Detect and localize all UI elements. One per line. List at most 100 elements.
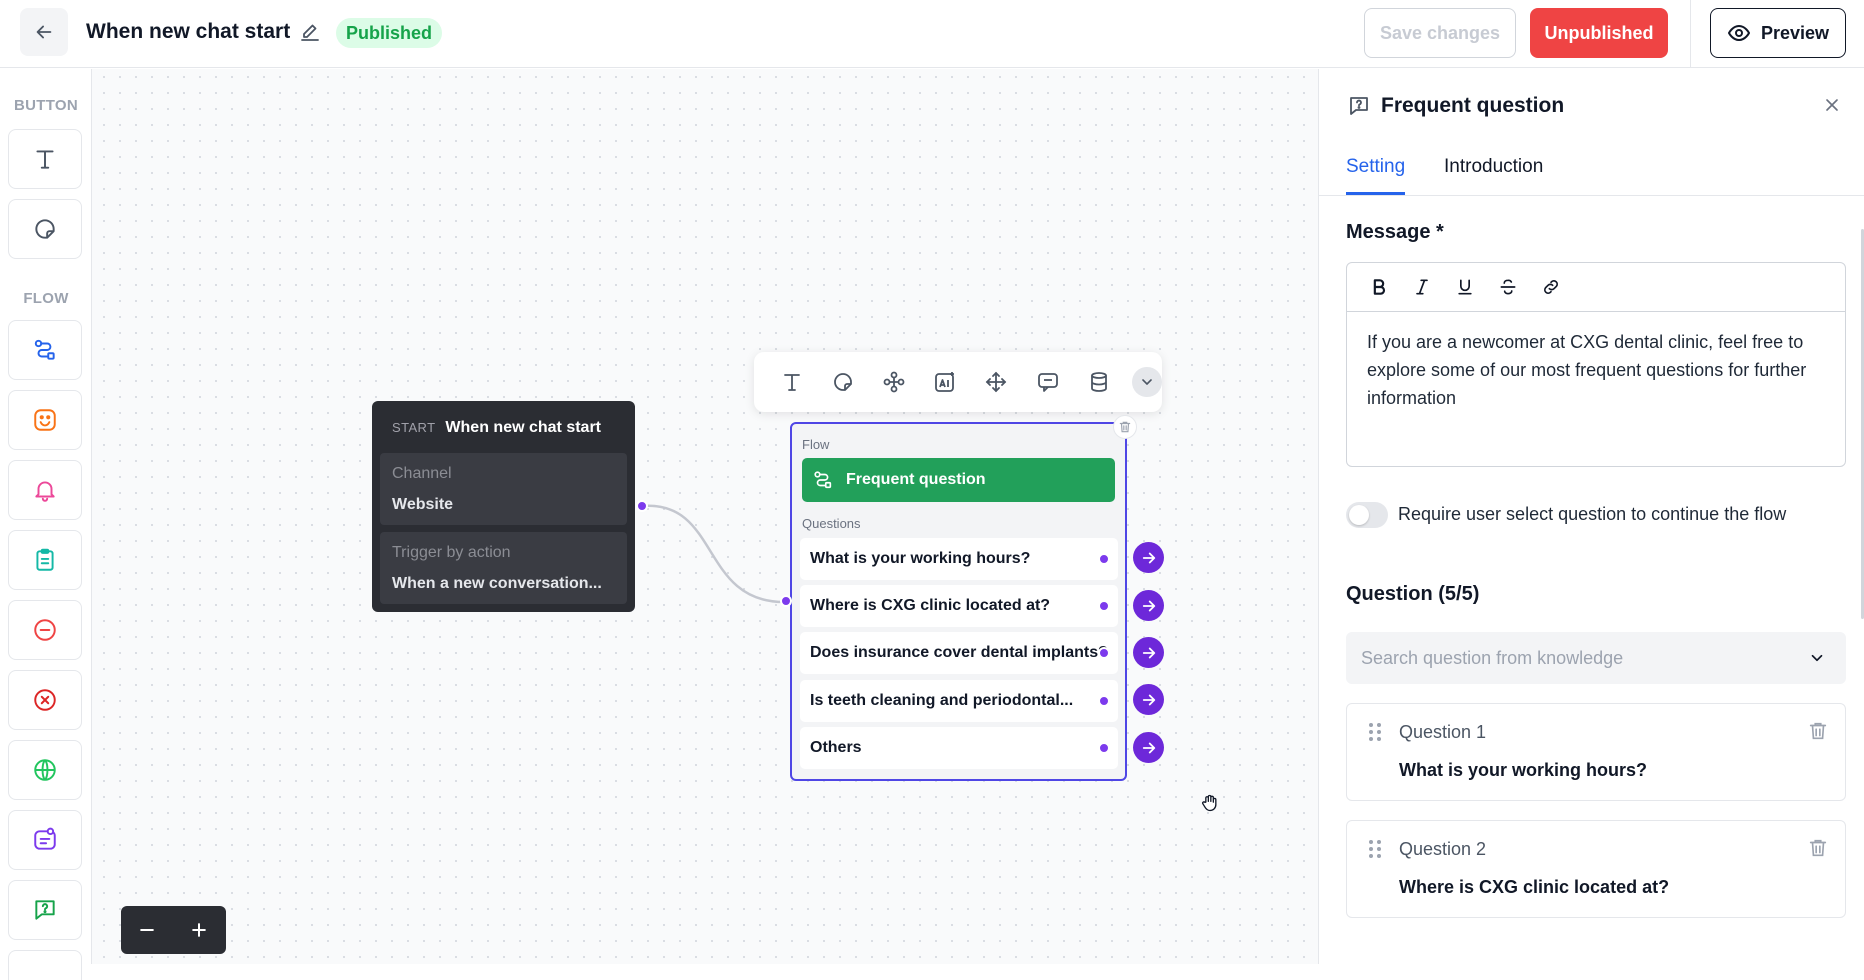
drag-dots-icon <box>1369 723 1381 741</box>
tool-sticker[interactable] <box>8 199 82 259</box>
tool-frequent-question[interactable] <box>8 880 82 940</box>
zoom-controls <box>121 906 226 954</box>
properties-panel: Frequent question Setting Introduction M… <box>1318 69 1864 964</box>
text-icon <box>783 374 800 391</box>
bold-button[interactable] <box>1357 267 1400 307</box>
question-card-value: What is your working hours? <box>1399 760 1648 780</box>
node-toolbar-sticker[interactable] <box>817 352 868 412</box>
delete-node-button[interactable] <box>1113 415 1137 439</box>
node-toolbar-hierarchy[interactable] <box>868 352 919 412</box>
connect-arrow-button[interactable] <box>1133 732 1164 763</box>
underline-icon <box>1457 279 1472 295</box>
start-node-title: When new chat start <box>445 419 601 436</box>
connect-arrow-button[interactable] <box>1133 542 1164 573</box>
require-select-label: Require user select question to continue… <box>1398 504 1787 524</box>
delete-question-button[interactable] <box>1807 837 1829 859</box>
channel-card: Channel Website <box>380 453 627 525</box>
question-output-handle[interactable] <box>1098 742 1110 754</box>
question-item[interactable]: Is teeth cleaning and periodontal... <box>800 680 1118 722</box>
divider <box>1690 0 1691 68</box>
close-circle-icon <box>34 689 56 711</box>
tool-more[interactable] <box>8 950 82 980</box>
node-toolbar-ai[interactable] <box>920 352 971 412</box>
question-output-handle[interactable] <box>1098 647 1110 659</box>
message-textarea[interactable]: If you are a newcomer at CXG dental clin… <box>1347 312 1845 428</box>
trash-icon <box>1809 839 1827 857</box>
underline-button[interactable] <box>1443 267 1486 307</box>
ai-icon <box>935 372 955 392</box>
node-toolbox: BUTTON FLOW <box>0 69 92 980</box>
pan-cursor <box>1200 793 1220 813</box>
unpublish-button[interactable]: Unpublished <box>1530 8 1668 58</box>
node-toolbar-more-button[interactable] <box>1132 367 1162 397</box>
message-editor: If you are a newcomer at CXG dental clin… <box>1346 262 1846 467</box>
zoom-out-button[interactable] <box>121 906 173 954</box>
tool-end[interactable] <box>8 600 82 660</box>
question-card-value: Where is CXG clinic located at? <box>1399 877 1670 897</box>
connect-arrow-button[interactable] <box>1133 684 1164 715</box>
question-output-handle[interactable] <box>1098 695 1110 707</box>
plus-icon <box>192 923 206 937</box>
question-item[interactable]: Others <box>800 727 1118 769</box>
tool-emoji[interactable] <box>8 390 82 450</box>
tool-notification[interactable] <box>8 460 82 520</box>
tab-introduction[interactable]: Introduction <box>1444 156 1543 178</box>
save-changes-button[interactable]: Save changes <box>1364 8 1516 58</box>
tool-card[interactable] <box>8 810 82 870</box>
require-select-toggle[interactable] <box>1346 502 1388 528</box>
zoom-in-button[interactable] <box>173 906 225 954</box>
italic-button[interactable] <box>1400 267 1443 307</box>
tool-text[interactable] <box>8 129 82 189</box>
start-node[interactable]: START When new chat start Channel Websit… <box>372 401 635 612</box>
editor-toolbar <box>1347 263 1845 312</box>
drag-handle[interactable] <box>1367 722 1383 742</box>
flow-node-input-handle[interactable] <box>780 595 792 607</box>
minus-icon <box>140 929 154 931</box>
question-item[interactable]: What is your working hours? <box>800 538 1118 580</box>
tool-close[interactable] <box>8 670 82 730</box>
message-label: Message * <box>1346 221 1444 243</box>
hierarchy-icon <box>883 371 905 393</box>
text-icon <box>36 150 54 169</box>
node-toolbar-text[interactable] <box>766 352 817 412</box>
question-output-handle[interactable] <box>1098 553 1110 565</box>
question-output-handle[interactable] <box>1098 600 1110 612</box>
tool-flow[interactable] <box>8 320 82 380</box>
italic-icon <box>1415 279 1428 295</box>
preview-button[interactable]: Preview <box>1710 8 1846 58</box>
questions-label: Questions <box>802 516 861 531</box>
move-icon <box>986 371 1007 393</box>
toggle-knob <box>1349 505 1369 525</box>
question-item[interactable]: Where is CXG clinic located at? <box>800 585 1118 627</box>
connect-arrow-button[interactable] <box>1133 637 1164 668</box>
delete-question-button[interactable] <box>1807 720 1829 742</box>
arrow-right-icon <box>1142 694 1155 705</box>
arrow-right-icon <box>1142 647 1155 658</box>
dropdown-chevron <box>1808 649 1826 667</box>
question-card[interactable]: Question 1 What is your working hours? <box>1346 703 1846 801</box>
drag-handle[interactable] <box>1367 839 1383 859</box>
node-toolbar-move[interactable] <box>971 352 1022 412</box>
node-toolbar-database[interactable] <box>1073 352 1124 412</box>
node-toolbar <box>754 352 1162 412</box>
emoji-icon <box>34 409 56 431</box>
question-search-select[interactable]: Search question from knowledge <box>1346 632 1846 684</box>
question-card-label: Question 2 <box>1399 839 1487 859</box>
connect-arrow-button[interactable] <box>1133 590 1164 621</box>
question-card[interactable]: Question 2 Where is CXG clinic located a… <box>1346 820 1846 918</box>
tool-form[interactable] <box>8 530 82 590</box>
tab-setting[interactable]: Setting <box>1346 156 1406 195</box>
question-bubble-icon <box>35 900 55 920</box>
clipboard-icon <box>36 548 54 571</box>
strikethrough-button[interactable] <box>1486 267 1529 307</box>
tool-web[interactable] <box>8 740 82 800</box>
start-node-output-handle[interactable] <box>636 500 648 512</box>
database-icon <box>1090 372 1107 392</box>
trash-icon <box>1119 421 1131 433</box>
strikethrough-icon <box>1500 279 1515 295</box>
frequent-question-node[interactable]: Flow Frequent question Questions What is… <box>790 422 1127 781</box>
question-text: Does insurance cover dental implants? <box>810 644 1108 661</box>
question-item[interactable]: Does insurance cover dental implants? <box>800 632 1118 674</box>
node-toolbar-chat[interactable] <box>1022 352 1073 412</box>
link-button[interactable] <box>1529 267 1572 307</box>
